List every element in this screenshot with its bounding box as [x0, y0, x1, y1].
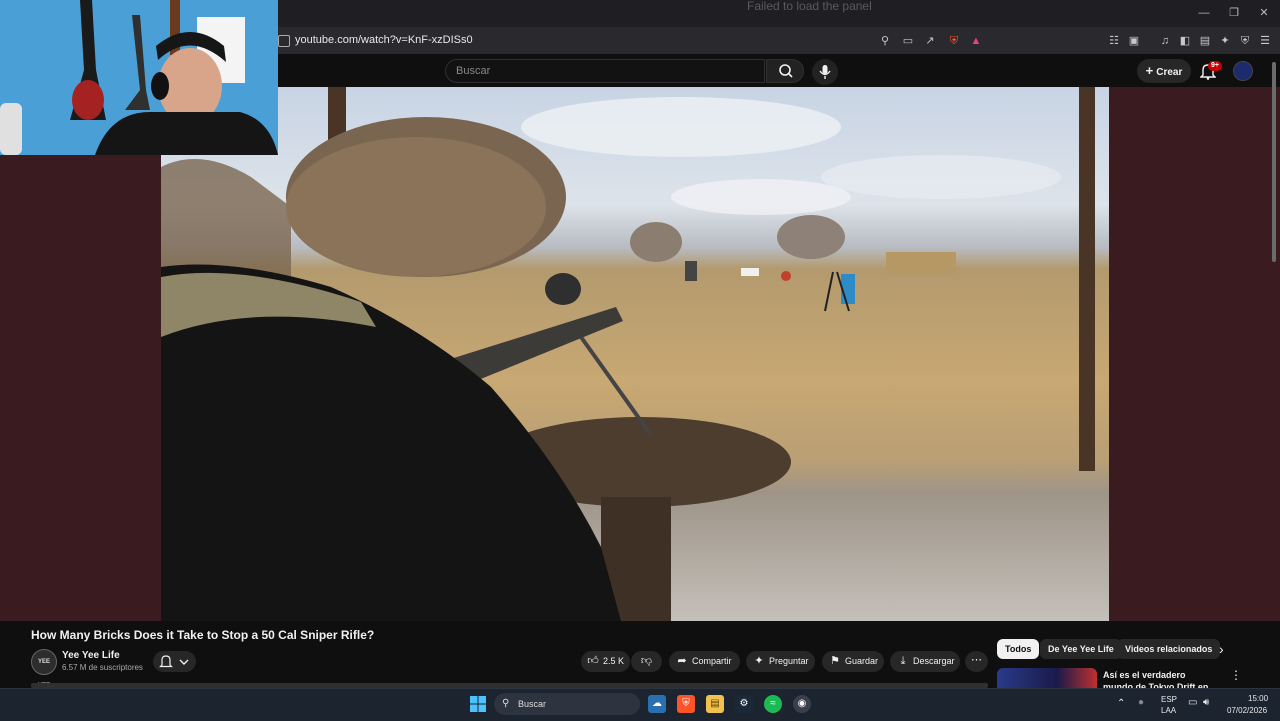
notification-badge: 9+: [1208, 61, 1222, 71]
zoom-icon[interactable]: ⚲: [878, 34, 892, 48]
leo-ai-icon[interactable]: ✦: [1218, 34, 1232, 48]
chip-all[interactable]: Todos: [997, 639, 1040, 659]
taskbar-brave-icon[interactable]: ⛨: [677, 695, 695, 713]
brave-rewards-icon[interactable]: ▲: [969, 34, 983, 48]
chevron-right-icon[interactable]: ›: [1219, 641, 1224, 657]
download-button[interactable]: ⤓ Descargar: [890, 651, 960, 672]
search-icon: [779, 64, 793, 78]
cast-icon[interactable]: ▭: [901, 34, 915, 48]
download-icon: ⤓: [900, 655, 906, 667]
restore-icon[interactable]: ❐: [1227, 6, 1241, 20]
clock-date[interactable]: 07/02/2026: [1227, 706, 1267, 715]
more-dots-icon: ⋯: [971, 654, 982, 666]
taskbar-steam-icon[interactable]: ⚙: [735, 695, 753, 713]
more-actions-button[interactable]: ⋯: [965, 651, 988, 672]
taskbar-search-box[interactable]: ⚲ Buscar: [494, 693, 640, 715]
close-icon[interactable]: ✕: [1257, 6, 1271, 20]
share-label: Compartir: [692, 656, 732, 666]
ambient-right-panel: [1109, 87, 1280, 621]
minimize-icon[interactable]: —: [1197, 6, 1211, 20]
create-button[interactable]: + Crear: [1137, 59, 1191, 83]
share-arrow-icon: ➦: [677, 655, 687, 667]
search-button[interactable]: [766, 59, 804, 83]
video-title: How Many Bricks Does it Take to Stop a 5…: [31, 628, 375, 642]
taskbar-search-label: Buscar: [518, 699, 547, 709]
channel-name[interactable]: Yee Yee Life: [62, 650, 120, 661]
language-line-1[interactable]: ESP: [1161, 695, 1177, 704]
extensions-icon[interactable]: ☷: [1107, 34, 1121, 48]
like-button[interactable]: 👍︎ 2.5 K: [581, 651, 630, 672]
tray-overflow-icon[interactable]: ⌃: [1117, 698, 1125, 709]
account-avatar[interactable]: [1233, 61, 1253, 81]
menu-icon[interactable]: ☰: [1258, 34, 1272, 48]
music-icon[interactable]: ♫: [1158, 34, 1172, 48]
dislike-button[interactable]: 👎︎: [631, 651, 662, 672]
ambient-left-panel: [0, 155, 161, 621]
site-info-icon[interactable]: [278, 35, 290, 47]
volume-icon[interactable]: 🔊︎: [1203, 697, 1209, 708]
bookmark-icon: ⚑: [830, 655, 840, 667]
search-input[interactable]: Buscar: [445, 59, 765, 83]
page-scrollbar[interactable]: [1272, 62, 1276, 262]
subscription-bell-button[interactable]: [153, 651, 196, 672]
download-label: Descargar: [913, 656, 955, 666]
microphone-tray-icon[interactable]: ●: [1138, 697, 1144, 708]
plus-icon: +: [1145, 63, 1154, 78]
windows-start-icon[interactable]: [470, 696, 486, 712]
url-field[interactable]: youtube.com/watch?v=KnF-xzDISs0: [295, 34, 473, 46]
taskbar-search-icon: ⚲: [502, 698, 510, 709]
network-icon[interactable]: ▭: [1188, 697, 1197, 708]
related-video-thumbnail[interactable]: [997, 668, 1097, 688]
video-player[interactable]: [161, 87, 1109, 621]
microphone-icon: [819, 65, 831, 79]
taskbar-spotify-icon[interactable]: ≈: [764, 695, 782, 713]
related-video-title[interactable]: Así es el verdadero mundo de Tokyo Drift…: [1103, 669, 1218, 689]
bell-chevron-icons: [159, 655, 189, 668]
ask-label: Preguntar: [769, 656, 809, 666]
share-button[interactable]: ➦ Compartir: [669, 651, 740, 672]
streamer-image: [0, 0, 278, 155]
language-line-2[interactable]: LAA: [1161, 706, 1176, 715]
subscriber-count: 6.57 M de suscriptores: [62, 663, 143, 672]
windows-taskbar: [0, 688, 1280, 721]
video-frame: [161, 87, 1095, 621]
chip-from-channel[interactable]: De Yee Yee Life: [1040, 639, 1122, 659]
channel-avatar[interactable]: YEE YEE: [31, 649, 57, 689]
screenshot-icon[interactable]: ▣: [1127, 34, 1141, 48]
taskbar-widgets-icon[interactable]: ☁: [648, 695, 666, 713]
sparkle-icon: ✦: [754, 655, 764, 667]
save-button[interactable]: ⚑ Guardar: [822, 651, 884, 672]
voice-search-button[interactable]: [812, 59, 838, 85]
ask-button[interactable]: ✦ Preguntar: [746, 651, 815, 672]
taskbar-obs-icon[interactable]: ◉: [793, 695, 811, 713]
like-count: 2.5 K: [603, 656, 625, 666]
browser-title-text: Failed to load the panel: [747, 0, 872, 13]
chip-related-videos[interactable]: Videos relacionados: [1117, 639, 1221, 659]
wallet-icon[interactable]: ▤: [1198, 34, 1212, 48]
share-page-icon[interactable]: ↗: [923, 34, 937, 48]
thumbs-up-icon: 👍︎: [587, 655, 599, 667]
vpn-icon[interactable]: ⛨: [1238, 34, 1252, 48]
related-menu-icon[interactable]: ⋮: [1230, 668, 1242, 682]
create-label: Crear: [1156, 67, 1183, 78]
taskbar-file-explorer-icon[interactable]: ▤: [706, 695, 724, 713]
thumbs-down-icon: 👎︎: [640, 655, 653, 667]
sidebar-icon[interactable]: ◧: [1178, 34, 1192, 48]
clock-time[interactable]: 15:00: [1248, 694, 1268, 703]
brave-shield-icon[interactable]: ⛨: [947, 34, 961, 48]
save-label: Guardar: [845, 656, 879, 666]
webcam-overlay: [0, 0, 278, 155]
